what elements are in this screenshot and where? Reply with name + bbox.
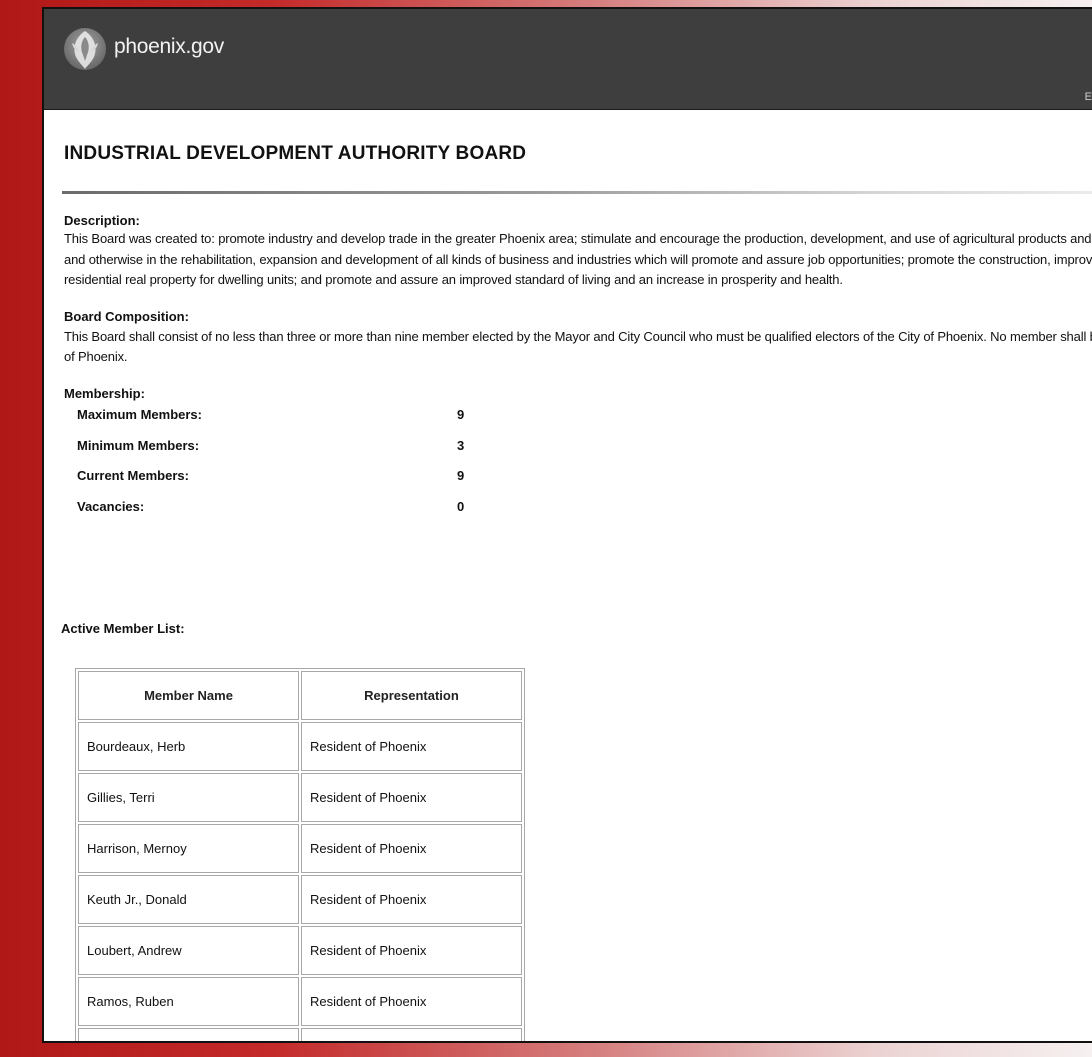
member-name-cell: Bourdeaux, Herb xyxy=(78,722,299,771)
membership-row-current: Current Members: 9 xyxy=(77,468,477,483)
representation-cell: Resident of Phoenix xyxy=(301,722,522,771)
membership-row-label: Maximum Members: xyxy=(77,407,202,422)
member-name-cell xyxy=(78,1028,299,1041)
main-content: INDUSTRIAL DEVELOPMENT AUTHORITY BOARD D… xyxy=(61,109,1092,1041)
membership-row-minimum: Minimum Members: 3 xyxy=(77,438,477,453)
member-name-cell: Gillies, Terri xyxy=(78,773,299,822)
representation-cell: Resident of Phoenix xyxy=(301,773,522,822)
representation-cell xyxy=(301,1028,522,1041)
member-name-cell: Harrison, Mernoy xyxy=(78,824,299,873)
member-table: Member Name Representation Bourdeaux, He… xyxy=(75,668,525,1041)
table-row xyxy=(78,1028,522,1041)
member-name-cell: Loubert, Andrew xyxy=(78,926,299,975)
column-header-member-name: Member Name xyxy=(78,671,299,720)
header-edge-text: E xyxy=(1084,91,1092,103)
table-row: Ramos, Ruben Resident of Phoenix xyxy=(78,977,522,1026)
description-line: and otherwise in the rehabilitation, exp… xyxy=(64,252,1092,267)
membership-row-value: 0 xyxy=(457,499,465,514)
table-row: Gillies, Terri Resident of Phoenix xyxy=(78,773,522,822)
membership-row-vacancies: Vacancies: 0 xyxy=(77,499,477,514)
table-row: Loubert, Andrew Resident of Phoenix xyxy=(78,926,522,975)
description-line: This Board was created to: promote indus… xyxy=(64,231,1092,246)
composition-line: of Phoenix. xyxy=(64,349,128,364)
membership-row-value: 9 xyxy=(457,468,465,483)
membership-row-value: 3 xyxy=(457,438,465,453)
representation-cell: Resident of Phoenix xyxy=(301,824,522,873)
membership-row-value: 9 xyxy=(457,407,465,422)
membership-label: Membership: xyxy=(64,386,145,401)
representation-cell: Resident of Phoenix xyxy=(301,977,522,1026)
page-title: INDUSTRIAL DEVELOPMENT AUTHORITY BOARD xyxy=(64,143,527,164)
column-header-representation: Representation xyxy=(301,671,522,720)
member-name-cell: Keuth Jr., Donald xyxy=(78,875,299,924)
table-row: Bourdeaux, Herb Resident of Phoenix xyxy=(78,722,522,771)
site-header: phoenix.gov E xyxy=(44,9,1092,110)
representation-cell: Resident of Phoenix xyxy=(301,875,522,924)
representation-cell: Resident of Phoenix xyxy=(301,926,522,975)
table-row: Keuth Jr., Donald Resident of Phoenix xyxy=(78,875,522,924)
description-label: Description: xyxy=(64,213,140,228)
title-divider xyxy=(62,191,1092,194)
description-line: residential real property for dwelling u… xyxy=(64,272,843,287)
membership-row-maximum: Maximum Members: 9 xyxy=(77,407,477,422)
phoenix-bird-logo-icon[interactable] xyxy=(62,23,108,73)
member-name-cell: Ramos, Ruben xyxy=(78,977,299,1026)
membership-row-label: Minimum Members: xyxy=(77,438,200,453)
composition-line: This Board shall consist of no less than… xyxy=(64,329,1092,344)
table-header-row: Member Name Representation xyxy=(78,671,522,720)
membership-row-label: Current Members: xyxy=(77,468,189,483)
site-name[interactable]: phoenix.gov xyxy=(114,35,224,59)
table-row: Harrison, Mernoy Resident of Phoenix xyxy=(78,824,522,873)
browser-frame: phoenix.gov E INDUSTRIAL DEVELOPMENT AUT… xyxy=(42,7,1092,1043)
active-member-list-label: Active Member List: xyxy=(61,621,185,636)
membership-row-label: Vacancies: xyxy=(77,499,145,514)
board-composition-label: Board Composition: xyxy=(64,309,189,324)
